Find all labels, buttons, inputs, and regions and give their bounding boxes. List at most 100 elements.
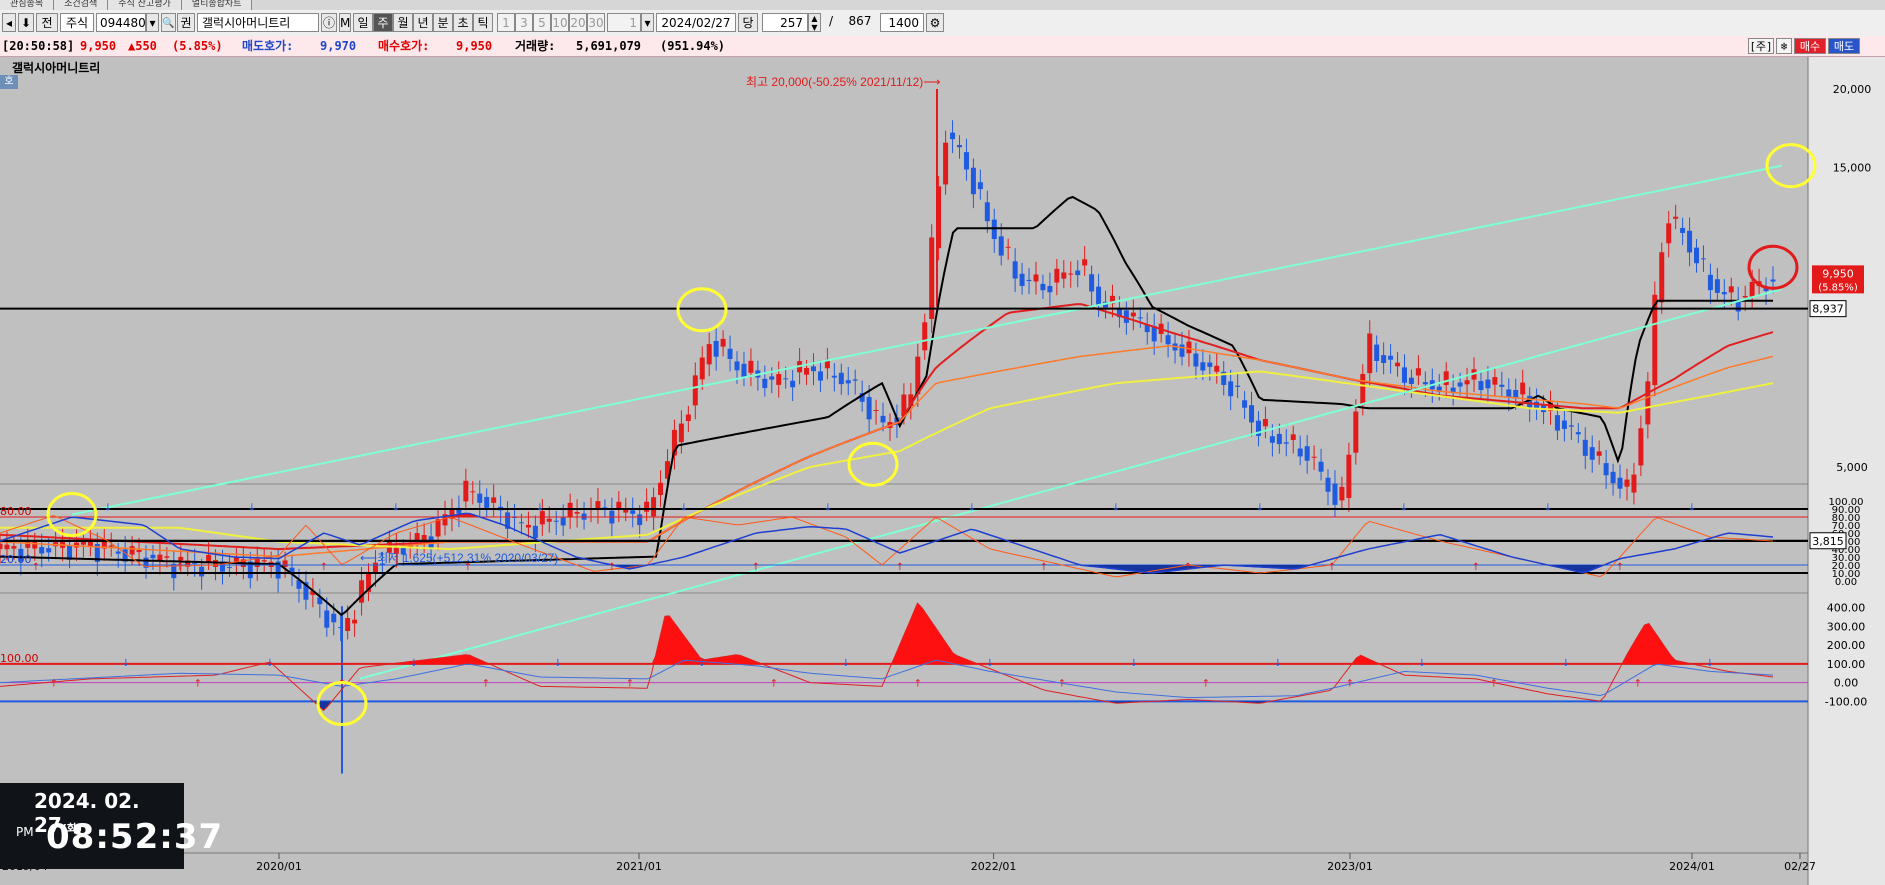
snowflake-icon[interactable]: ❄ — [1776, 38, 1792, 54]
signal-arrow: ↑ — [1634, 678, 1642, 689]
buy-button[interactable]: 매수 — [1794, 38, 1826, 54]
interval-3[interactable]: 3 — [515, 13, 533, 32]
tab-balance[interactable]: 주식 잔고평가 — [108, 0, 182, 10]
period-week[interactable]: 주 — [373, 13, 393, 32]
search-icon[interactable]: 🔍 — [161, 13, 176, 32]
candle-body — [644, 501, 650, 512]
interval-1[interactable]: 1 — [497, 13, 515, 32]
clock-widget: 2024. 02. 27(화) PM 08:52:37 — [0, 783, 222, 869]
interval-5[interactable]: 5 — [533, 13, 551, 32]
candle-body — [1353, 411, 1359, 453]
volume-pct: (951.94%) — [660, 39, 726, 53]
chart-area[interactable]: 80.00 20.00 ↑ ↓ ↑ ↓ ↑ ↓ ↑ ↓ ↑ ↓ ↑ ↓ ↑ ↓ ↑ ↓ ↑ ↓ ↑ ↓ ↑ ↓ ↑ ↓ 100.0… — [0, 57, 1885, 885]
prev-icon[interactable]: ◂ — [2, 13, 16, 32]
candle-body — [1339, 486, 1345, 501]
candle-body — [345, 617, 351, 631]
date-picker-button[interactable]: 당 — [738, 13, 758, 32]
candle-body — [1012, 261, 1018, 279]
candle-body — [720, 338, 726, 347]
interval-20[interactable]: 20 — [569, 13, 587, 32]
market-select[interactable]: 주식 — [60, 13, 94, 32]
quote-change-pct: (5.85%) — [172, 39, 223, 53]
tab-condition-search[interactable]: 조건검색 — [54, 0, 109, 10]
candle-body — [39, 547, 45, 554]
candle-body — [1464, 380, 1470, 385]
candle-body — [525, 524, 531, 528]
sell-button[interactable]: 매도 — [1828, 38, 1860, 54]
interval-10[interactable]: 10 — [551, 13, 569, 32]
signal-arrow: ↑ — [752, 562, 760, 573]
candle-body — [1374, 344, 1380, 361]
candle-body — [324, 610, 330, 628]
candle-body — [0, 543, 3, 550]
candle-body — [1165, 335, 1171, 345]
candle-body — [164, 556, 170, 558]
signal-arrow: ↑ — [194, 678, 202, 689]
price-axis-tick: 5,000 — [1836, 461, 1868, 474]
candle-body — [838, 372, 844, 385]
download-icon[interactable]: ⬇ — [18, 13, 34, 32]
candle-body — [1388, 355, 1394, 360]
candle-body — [1770, 279, 1776, 282]
interval-dropdown-icon[interactable]: ▾ — [641, 13, 654, 32]
candle-body — [783, 378, 789, 380]
cci-axis-tick: 300.00 — [1827, 620, 1866, 633]
cci-axis-tick: -100.00 — [1825, 695, 1867, 708]
volume-label: 거래량: — [515, 39, 556, 53]
interval-30[interactable]: 30 — [587, 13, 605, 32]
display-count-input[interactable]: 257 — [762, 13, 808, 32]
tab-multi-chart[interactable]: 멀티종합차트 — [181, 0, 253, 10]
stock-code-input[interactable]: 094480 — [96, 13, 146, 32]
period-tick[interactable]: 틱 — [473, 13, 493, 32]
period-second[interactable]: 초 — [453, 13, 473, 32]
signal-arrow: ↓ — [1544, 503, 1552, 514]
candle-body — [1262, 419, 1268, 427]
chart-canvas[interactable]: 80.0020.00↑↓↑↓↑↓↑↓↑↓↑↓↑↓↑↓↑↓↑↓↑↓↑↓ 100.0… — [0, 57, 1885, 885]
signal-arrow: ↓ — [266, 658, 274, 669]
candle-body — [1005, 246, 1011, 248]
low-annotation: ⟵최저 1,625(+512.31% 2020/03/27) — [360, 551, 558, 565]
info-button[interactable]: ⓘ — [321, 13, 337, 32]
candle-body — [741, 363, 747, 378]
signal-arrow: ↓ — [536, 503, 544, 514]
search-button[interactable]: 권 — [177, 13, 195, 32]
period-minute[interactable]: 분 — [433, 13, 453, 32]
tab-watchlist[interactable]: 관심종목 — [0, 0, 55, 10]
memo-button[interactable]: M — [339, 13, 351, 32]
settings-icon[interactable]: ⚙ — [926, 13, 944, 32]
candle-body — [692, 375, 698, 406]
signal-arrow: ↓ — [1274, 658, 1282, 669]
signal-arrow: ↑ — [1472, 562, 1480, 573]
candle-body — [261, 560, 267, 562]
candle-body — [4, 544, 10, 550]
period-year[interactable]: 년 — [413, 13, 433, 32]
date-input[interactable]: 2024/02/27 — [656, 13, 736, 32]
interval-input[interactable]: 1 — [607, 13, 641, 32]
price-axis-tick: 15,000 — [1833, 161, 1872, 174]
count-spinner-icon[interactable]: ▲ ▼ — [808, 13, 821, 32]
all-button[interactable]: 전 — [36, 13, 58, 32]
candle-body — [178, 556, 184, 561]
candle-body — [658, 482, 664, 496]
candle-body — [1506, 389, 1512, 398]
candle-body — [1485, 379, 1491, 389]
candle-body — [1096, 286, 1102, 306]
period-month[interactable]: 월 — [393, 13, 413, 32]
period-day[interactable]: 일 — [353, 13, 373, 32]
candle-body — [616, 501, 622, 509]
candle-body — [1422, 382, 1428, 385]
candle-body — [880, 415, 886, 423]
time-axis-tick: 2020/01 — [256, 860, 302, 873]
candle-body — [790, 380, 796, 388]
cci-axis-tick: 200.00 — [1827, 639, 1866, 652]
candle-body — [1680, 227, 1686, 233]
candle-body — [1311, 456, 1317, 458]
code-dropdown-icon[interactable]: ▾ — [146, 13, 159, 32]
hoga-badge[interactable]: 호 — [0, 75, 18, 89]
signal-arrow: ↑ — [1184, 562, 1192, 573]
signal-arrow: ↓ — [986, 658, 994, 669]
candle-body — [699, 357, 705, 380]
candle-body — [1367, 333, 1373, 374]
stock-type-button[interactable]: [주] — [1748, 38, 1774, 54]
zoom-input[interactable]: 1400 — [880, 13, 924, 32]
